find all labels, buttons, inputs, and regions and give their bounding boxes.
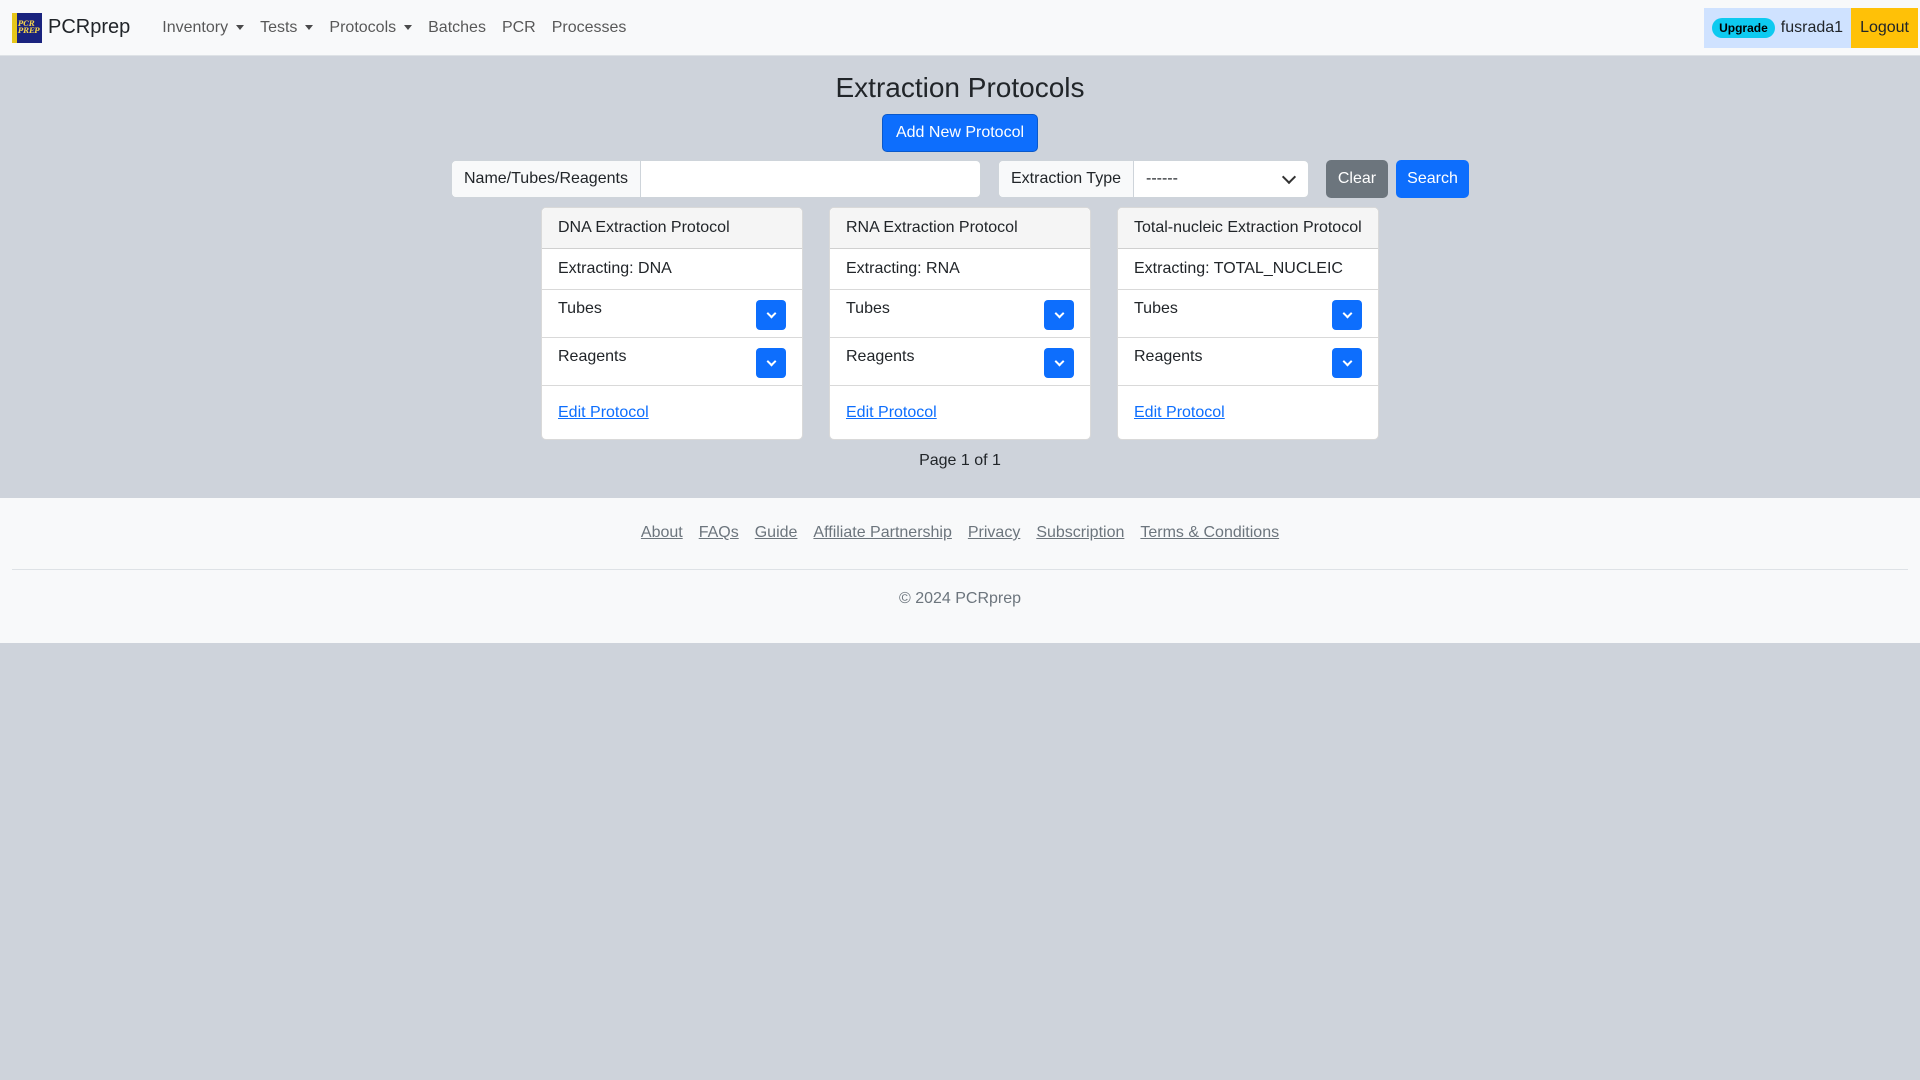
tubes-toggle-button[interactable] <box>756 300 786 330</box>
chevron-down-icon <box>1054 308 1064 318</box>
footer-link-affiliate[interactable]: Affiliate Partnership <box>813 524 951 542</box>
copyright-text: © 2024 PCRprep <box>898 590 1022 607</box>
upgrade-badge[interactable]: Upgrade <box>1712 18 1775 38</box>
chevron-down-icon <box>1054 356 1064 366</box>
footer-link-guide[interactable]: Guide <box>755 524 798 542</box>
logout-button[interactable]: Logout <box>1851 8 1918 48</box>
tubes-row: Tubes <box>830 290 1090 338</box>
username: fusrada1 <box>1780 19 1844 36</box>
protocol-card: RNA Extraction Protocol Extracting: RNA … <box>829 207 1091 440</box>
tubes-toggle-button[interactable] <box>1044 300 1074 330</box>
footer-divider <box>12 569 1908 570</box>
nav-batches-label: Batches <box>428 18 486 36</box>
nav-inventory-label: Inventory <box>162 18 229 36</box>
nav-batches[interactable]: Batches <box>420 19 494 37</box>
reagents-toggle-button[interactable] <box>1332 348 1362 378</box>
user-area: Upgrade fusrada1 Logout <box>1704 8 1918 48</box>
search-group: Name/Tubes/Reagents <box>451 160 981 198</box>
search-label: Name/Tubes/Reagents <box>452 161 641 197</box>
card-title: Total-nucleic Extraction Protocol <box>1118 208 1378 249</box>
card-title: DNA Extraction Protocol <box>542 208 802 249</box>
caret-down-icon <box>404 25 413 30</box>
extraction-type-group: Extraction Type ------ <box>998 160 1309 198</box>
edit-protocol-link[interactable]: Edit Protocol <box>558 404 649 421</box>
main-nav: Inventory Tests Protocols Batches PCR Pr… <box>154 19 634 37</box>
footer-link-privacy[interactable]: Privacy <box>968 524 1020 542</box>
tubes-label: Tubes <box>846 300 890 317</box>
tubes-row: Tubes <box>542 290 802 338</box>
nav-pcr-label: PCR <box>501 18 536 36</box>
nav-processes[interactable]: Processes <box>544 19 635 37</box>
tubes-toggle-button[interactable] <box>1332 300 1362 330</box>
page-title: Extraction Protocols <box>835 72 1085 103</box>
chevron-down-icon <box>766 308 776 318</box>
nav-tests[interactable]: Tests <box>252 19 321 37</box>
nav-pcr[interactable]: PCR <box>494 19 544 37</box>
add-new-protocol-button[interactable]: Add New Protocol <box>882 114 1038 152</box>
footer-link-subscription[interactable]: Subscription <box>1036 524 1124 542</box>
card-extracting: Extracting: RNA <box>830 249 1090 290</box>
user-account[interactable]: Upgrade fusrada1 <box>1704 8 1852 48</box>
brand-link[interactable]: PCR PREP PCRprep <box>12 12 131 43</box>
footer-links: About FAQs Guide Affiliate Partnership P… <box>0 524 1920 542</box>
chevron-down-icon <box>1281 169 1297 184</box>
footer-link-faqs[interactable]: FAQs <box>699 524 739 542</box>
footer-link-about[interactable]: About <box>641 524 683 542</box>
reagents-toggle-button[interactable] <box>756 348 786 378</box>
reagents-row: Reagents <box>542 338 802 386</box>
pagination-text: Page 1 of 1 <box>919 452 1001 469</box>
caret-down-icon <box>305 25 314 30</box>
chevron-down-icon <box>766 356 776 366</box>
card-title: RNA Extraction Protocol <box>830 208 1090 249</box>
reagents-label: Reagents <box>1134 348 1203 365</box>
chevron-down-icon <box>1342 308 1352 318</box>
extraction-type-value: ------ <box>1145 170 1178 187</box>
footer-link-terms[interactable]: Terms & Conditions <box>1140 524 1279 542</box>
reagents-row: Reagents <box>1118 338 1378 386</box>
brand-name: PCRprep <box>48 16 131 38</box>
card-extracting: Extracting: TOTAL_NUCLEIC <box>1118 249 1378 290</box>
nav-protocols-label: Protocols <box>329 18 397 36</box>
reagents-label: Reagents <box>846 348 915 365</box>
nav-tests-label: Tests <box>260 18 298 36</box>
extraction-type-label: Extraction Type <box>999 161 1134 197</box>
reagents-label: Reagents <box>558 348 627 365</box>
nav-processes-label: Processes <box>551 18 627 36</box>
card-extracting: Extracting: DNA <box>542 249 802 290</box>
search-button[interactable]: Search <box>1396 160 1469 198</box>
protocol-card: DNA Extraction Protocol Extracting: DNA … <box>541 207 803 440</box>
tubes-label: Tubes <box>558 300 602 317</box>
reagents-toggle-button[interactable] <box>1044 348 1074 378</box>
pcrprep-logo-icon: PCR PREP <box>12 12 42 43</box>
clear-button[interactable]: Clear <box>1326 160 1388 198</box>
caret-down-icon <box>236 25 245 30</box>
search-input[interactable] <box>640 161 980 197</box>
chevron-down-icon <box>1342 356 1352 366</box>
edit-protocol-link[interactable]: Edit Protocol <box>846 404 937 421</box>
extraction-type-select[interactable]: ------ <box>1134 161 1308 197</box>
reagents-row: Reagents <box>830 338 1090 386</box>
nav-protocols[interactable]: Protocols <box>321 19 420 37</box>
footer: About FAQs Guide Affiliate Partnership P… <box>0 498 1920 643</box>
top-navbar: PCR PREP PCRprep Inventory Tests Protoco… <box>0 0 1920 56</box>
tubes-label: Tubes <box>1134 300 1178 317</box>
edit-protocol-link[interactable]: Edit Protocol <box>1134 404 1225 421</box>
tubes-row: Tubes <box>1118 290 1378 338</box>
nav-inventory[interactable]: Inventory <box>154 19 252 37</box>
protocol-card: Total-nucleic Extraction Protocol Extrac… <box>1117 207 1379 440</box>
